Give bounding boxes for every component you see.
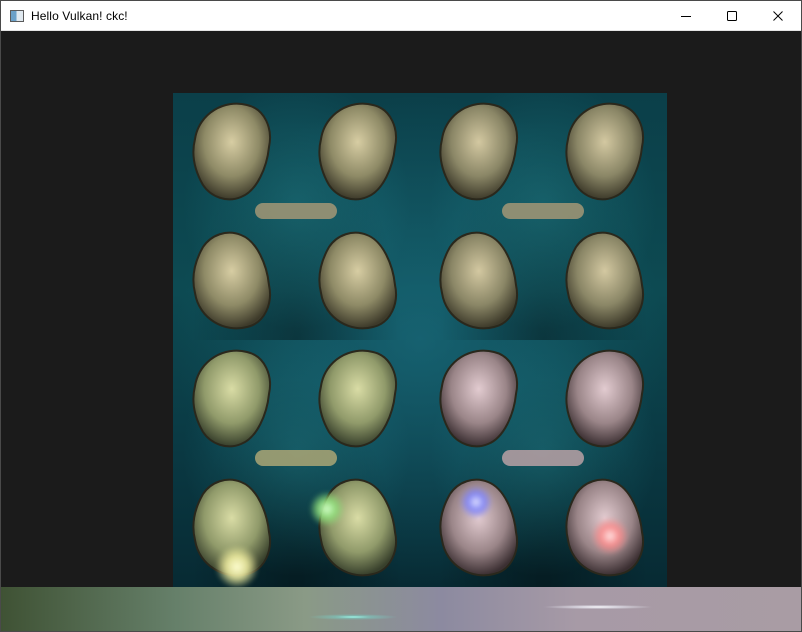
statue-tile — [173, 93, 420, 340]
caption-buttons — [663, 1, 801, 31]
app-window: Hello Vulkan! ckc! — [0, 0, 802, 632]
statue-bust-image — [439, 349, 644, 577]
close-button[interactable] — [755, 1, 801, 31]
window-title: Hello Vulkan! ckc! — [31, 8, 128, 23]
statue-tile — [173, 340, 420, 587]
statue-tile — [420, 340, 667, 587]
statue-bust-image — [192, 102, 397, 330]
maximize-icon — [727, 11, 737, 21]
minimize-icon — [681, 16, 691, 17]
statue-tile — [420, 93, 667, 340]
render-target — [173, 93, 667, 587]
ground-plane — [1, 587, 801, 631]
statue-bust-image — [192, 349, 397, 577]
vulkan-viewport[interactable] — [1, 31, 801, 631]
statue-bust-image — [439, 102, 644, 330]
maximize-button[interactable] — [709, 1, 755, 31]
minimize-button[interactable] — [663, 1, 709, 31]
close-icon — [773, 11, 783, 21]
title-bar[interactable]: Hello Vulkan! ckc! — [1, 1, 801, 31]
app-window-icon[interactable] — [10, 9, 24, 22]
